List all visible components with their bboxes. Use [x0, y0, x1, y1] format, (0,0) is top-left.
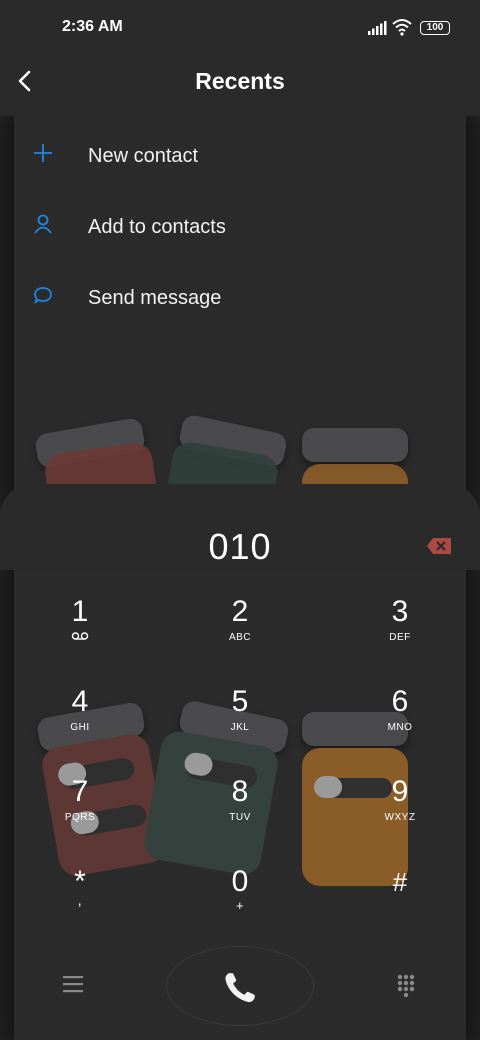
key-letters: MNO: [387, 722, 413, 733]
key-digit: #: [392, 867, 408, 897]
key-7[interactable]: 7 PQRS: [25, 776, 135, 846]
key-letters: GHI: [70, 722, 90, 733]
key-digit: 3: [391, 595, 409, 628]
key-letters: ABC: [228, 632, 252, 643]
key-6[interactable]: 6 MNO: [345, 686, 455, 756]
key-4[interactable]: 4 GHI: [25, 686, 135, 756]
wifi-icon: [392, 19, 412, 36]
new-contact-action[interactable]: New contact: [0, 122, 480, 182]
key-letters: PQRS: [64, 812, 96, 823]
battery-icon: 100: [420, 21, 450, 35]
key-2[interactable]: 2 ABC: [185, 596, 295, 666]
key-digit: 5: [231, 685, 249, 718]
key-star[interactable]: * ,: [25, 866, 135, 936]
dialed-number: 010: [208, 526, 272, 567]
add-to-contacts-label: Add to contacts: [88, 216, 226, 238]
key-letters: WXYZ: [384, 812, 416, 823]
key-letters: +: [235, 898, 245, 913]
key-3[interactable]: 3 DEF: [345, 596, 455, 666]
key-digit: 1: [71, 595, 89, 628]
bottom-bar: [0, 940, 480, 1040]
signal-icon: [368, 21, 387, 35]
plus-icon: [34, 144, 52, 162]
menu-icon[interactable]: [63, 975, 83, 993]
app-header: Recents: [0, 56, 480, 116]
key-digit: 2: [231, 595, 249, 628]
voicemail-icon: [71, 632, 89, 640]
backspace-icon[interactable]: [426, 537, 452, 555]
key-0[interactable]: 0 +: [185, 866, 295, 936]
send-message-label: Send message: [88, 287, 222, 309]
message-icon: [34, 287, 52, 304]
number-display-area: 010: [0, 484, 480, 570]
page-title: Recents: [195, 68, 285, 94]
key-hash[interactable]: #: [345, 866, 455, 936]
key-digit: 9: [391, 775, 409, 808]
key-5[interactable]: 5 JKL: [185, 686, 295, 756]
status-time: 2:36 AM: [62, 18, 123, 35]
key-digit: 6: [391, 685, 409, 718]
key-letters: TUV: [229, 812, 251, 823]
key-1[interactable]: 1: [25, 596, 135, 666]
key-digit: 4: [71, 685, 89, 718]
key-digit: 7: [71, 775, 89, 808]
key-9[interactable]: 9 WXYZ: [345, 776, 455, 846]
key-letters: JKL: [230, 722, 250, 733]
key-8[interactable]: 8 TUV: [185, 776, 295, 846]
status-bar: 2:36 AM 100: [0, 0, 480, 56]
phone-icon[interactable]: [222, 970, 258, 1006]
key-digit: 0: [231, 865, 249, 898]
new-contact-label: New contact: [88, 145, 199, 167]
key-letters: DEF: [389, 632, 411, 643]
dialpad-grid-icon[interactable]: [397, 974, 415, 998]
decor-bar: [302, 428, 408, 462]
key-letters: ,: [77, 892, 83, 908]
key-digit: 8: [231, 775, 249, 808]
send-message-action[interactable]: Send message: [0, 264, 480, 324]
add-to-contacts-action[interactable]: Add to contacts: [0, 193, 480, 253]
person-icon: [34, 214, 52, 234]
